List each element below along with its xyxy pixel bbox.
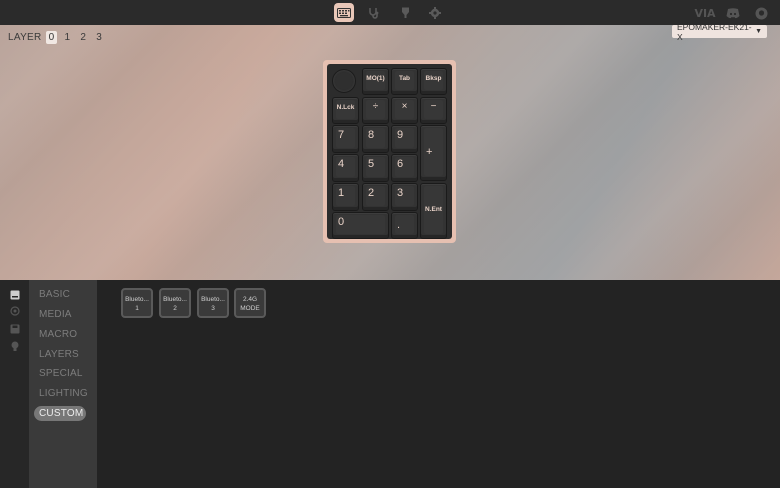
menu-item-custom[interactable]: CUSTOM	[34, 406, 86, 421]
beaker-icon[interactable]	[395, 3, 415, 22]
rotary-knob[interactable]	[332, 69, 356, 93]
stethoscope-icon[interactable]	[364, 3, 384, 22]
menu-item-basic[interactable]: BASIC	[34, 287, 75, 302]
device-select[interactable]: EPOMAKER-EK21-X ▼	[672, 25, 767, 42]
keycode-panel: Blueto... 1 Blueto... 2 Blueto... 3 2.4G…	[97, 280, 780, 488]
key-plus[interactable]: +	[420, 125, 447, 181]
via-label[interactable]: VIA	[694, 5, 716, 21]
keyboard-frame: MO(1) Tab Bksp N.Lck ÷ × − 7 8 9 + 4 5 6…	[323, 60, 456, 243]
layer-3-button[interactable]: 3	[93, 31, 105, 44]
key-numlock[interactable]: N.Lck	[332, 97, 359, 124]
key-divide[interactable]: ÷	[362, 97, 389, 124]
key-mo1[interactable]: MO(1)	[362, 68, 389, 95]
keyboard-plate: MO(1) Tab Bksp N.Lck ÷ × − 7 8 9 + 4 5 6…	[327, 64, 452, 239]
gear-icon[interactable]	[425, 3, 445, 22]
key-1[interactable]: 1	[332, 183, 359, 211]
key-6[interactable]: 6	[391, 154, 418, 182]
keycode-bluetooth-2[interactable]: Blueto... 2	[159, 288, 191, 318]
key-2[interactable]: 2	[362, 183, 389, 211]
discord-icon[interactable]	[724, 5, 742, 21]
menu-item-layers[interactable]: LAYERS	[34, 347, 84, 362]
chevron-down-icon: ▼	[755, 28, 762, 35]
key-5[interactable]: 5	[362, 154, 389, 182]
layer-selector: LAYER 0 1 2 3	[8, 31, 105, 44]
lightbulb-icon[interactable]	[9, 341, 20, 352]
circle-icon[interactable]	[9, 305, 20, 316]
category-icon-bar	[0, 280, 29, 488]
layer-0-button[interactable]: 0	[45, 31, 58, 44]
menu-item-special[interactable]: SPECIAL	[34, 366, 88, 381]
keyboard-key-icon[interactable]	[9, 289, 20, 300]
key-9[interactable]: 9	[391, 125, 418, 153]
layer-2-button[interactable]: 2	[77, 31, 89, 44]
keycode-2-4g-mode[interactable]: 2.4G MODE	[234, 288, 266, 318]
keyboard-canvas: LAYER 0 1 2 3 EPOMAKER-EK21-X ▼ MO(1) Ta…	[0, 25, 780, 280]
key-bksp[interactable]: Bksp	[420, 68, 447, 95]
keycode-category-menu: BASIC MEDIA MACRO LAYERS SPECIAL LIGHTIN…	[29, 280, 97, 488]
menu-item-lighting[interactable]: LIGHTING	[34, 386, 93, 401]
key-multiply[interactable]: ×	[391, 97, 418, 124]
menu-item-media[interactable]: MEDIA	[34, 307, 77, 322]
key-minus[interactable]: −	[420, 97, 447, 124]
key-3[interactable]: 3	[391, 183, 418, 211]
layer-1-button[interactable]: 1	[61, 31, 73, 44]
key-decimal[interactable]: .	[391, 212, 418, 239]
key-8[interactable]: 8	[362, 125, 389, 153]
keyboard-icon[interactable]	[334, 3, 354, 22]
top-nav-bar: VIA	[0, 0, 780, 25]
keycode-bluetooth-3[interactable]: Blueto... 3	[197, 288, 229, 318]
github-icon[interactable]	[752, 5, 770, 21]
device-name: EPOMAKER-EK21-X	[677, 25, 752, 42]
save-icon[interactable]	[9, 323, 20, 334]
keycode-bluetooth-1[interactable]: Blueto... 1	[121, 288, 153, 318]
key-7[interactable]: 7	[332, 125, 359, 153]
layer-label: LAYER	[8, 32, 42, 43]
key-tab[interactable]: Tab	[391, 68, 418, 95]
key-0[interactable]: 0	[332, 212, 389, 239]
key-numpad-enter[interactable]: N.Ent	[420, 183, 447, 239]
menu-item-macro[interactable]: MACRO	[34, 327, 82, 342]
key-4[interactable]: 4	[332, 154, 359, 182]
